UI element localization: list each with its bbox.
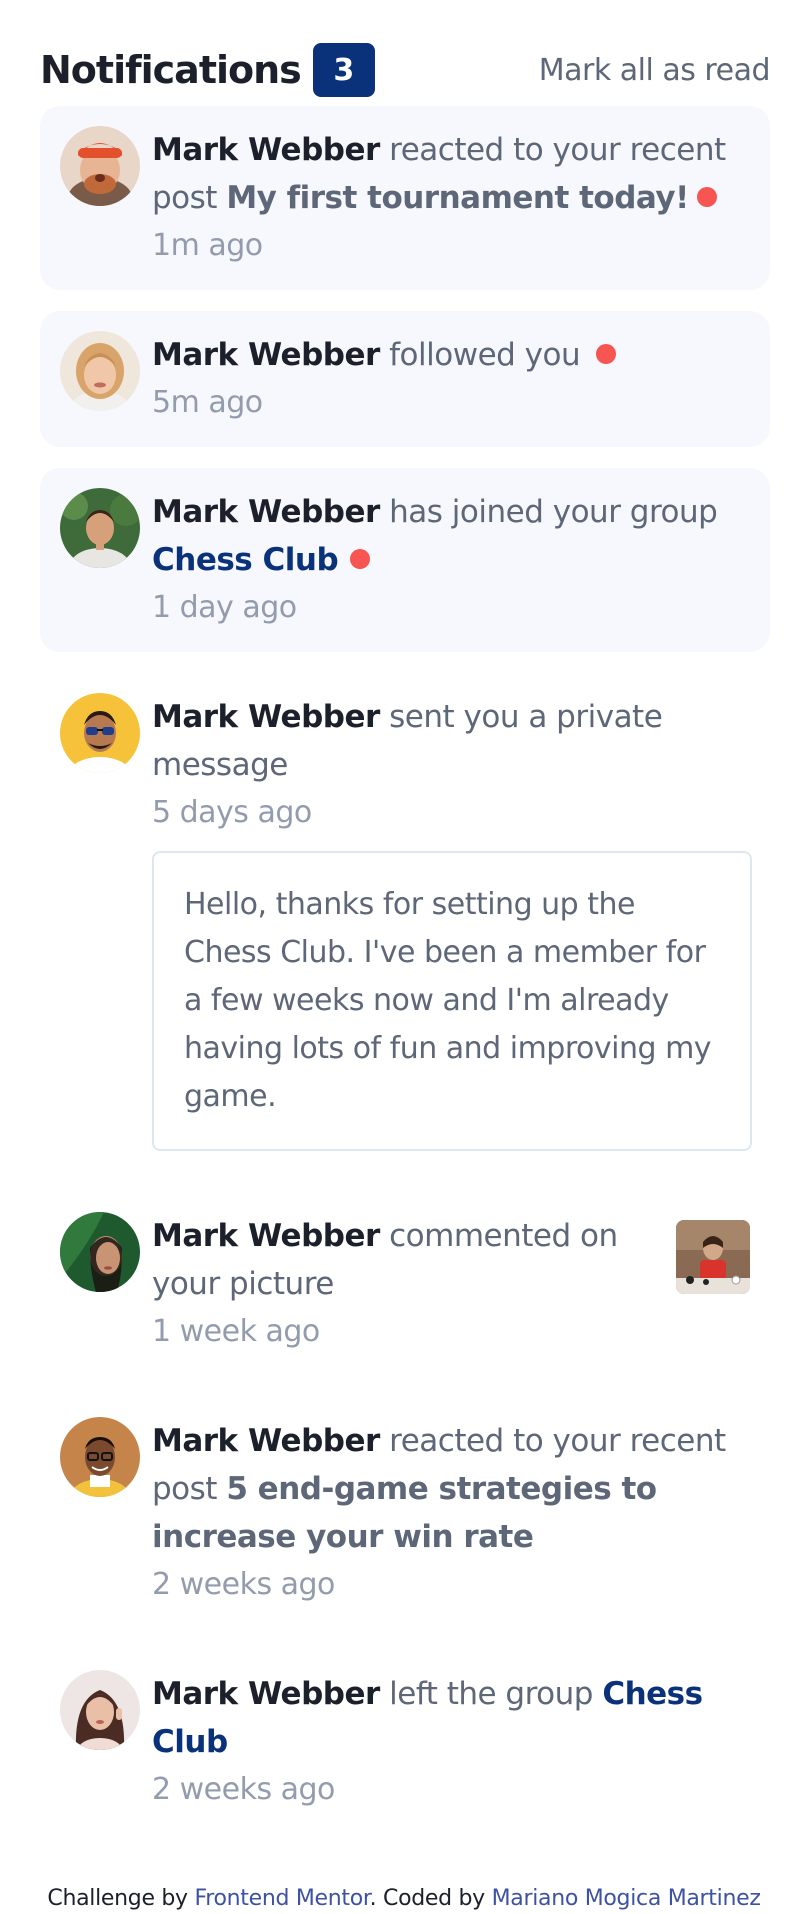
notification-item[interactable]: Mark Webber sent you a private message 5… [40, 673, 770, 1171]
avatar-angela-gray-icon[interactable] [60, 331, 140, 411]
unread-dot-icon [350, 548, 371, 569]
chess-picture-icon[interactable] [676, 1220, 750, 1294]
notification-content: Mark Webber reacted to your recent post … [152, 126, 750, 270]
notification-time: 1 day ago [152, 590, 297, 625]
avatar-rizky-hasanuddin-icon[interactable] [60, 693, 140, 773]
user-name-link[interactable]: Mark Webber [152, 494, 380, 530]
avatar-nathan-peterson-icon[interactable] [60, 1417, 140, 1497]
notification-item[interactable]: Mark Webber reacted to your recent post … [40, 1397, 770, 1629]
user-name-link[interactable]: Mark Webber [152, 1218, 380, 1254]
user-name-link[interactable]: Mark Webber [152, 1423, 380, 1459]
author-link[interactable]: Mariano Mogica Martinez [492, 1886, 761, 1911]
user-name-link[interactable]: Mark Webber [152, 132, 380, 168]
notification-content: Mark Webber left the group Chess Club 2 … [152, 1670, 750, 1814]
avatar-jacob-thompson-icon[interactable] [60, 488, 140, 568]
avatar-anna-kim-icon[interactable] [60, 1670, 140, 1750]
user-name-link[interactable]: Mark Webber [152, 1676, 380, 1712]
notification-content: Mark Webber reacted to your recent post … [152, 1417, 750, 1609]
notification-time: 1 week ago [152, 1314, 320, 1349]
notification-time: 2 weeks ago [152, 1772, 335, 1807]
coded-by-label: . Coded by [369, 1886, 486, 1911]
notification-text: Mark Webber reacted to your recent post … [152, 126, 750, 222]
avatar-mark-webber-icon[interactable] [60, 126, 140, 206]
notification-time: 5m ago [152, 385, 263, 420]
attribution-footer: Challenge by Frontend Mentor. Coded by M… [0, 1886, 808, 1911]
notification-text: Mark Webber commented on your picture [152, 1212, 656, 1308]
notification-item[interactable]: Mark Webber reacted to your recent post … [40, 106, 770, 290]
notification-time: 5 days ago [152, 795, 312, 830]
post-link[interactable]: 5 end-game strategies to increase your w… [152, 1471, 657, 1555]
notification-text: Mark Webber has joined your group Chess … [152, 488, 750, 584]
frontend-mentor-link[interactable]: Frontend Mentor [194, 1886, 369, 1911]
notification-text: Mark Webber followed you [152, 331, 750, 379]
notification-text: Mark Webber reacted to your recent post … [152, 1417, 750, 1561]
notification-text: Mark Webber left the group Chess Club [152, 1670, 750, 1766]
notification-action: followed you [389, 337, 581, 373]
unread-dot-icon [596, 343, 617, 364]
user-name-link[interactable]: Mark Webber [152, 699, 380, 735]
post-link[interactable]: My first tournament today! [226, 180, 689, 216]
user-name-link[interactable]: Mark Webber [152, 337, 380, 373]
notification-action: has joined your group [389, 494, 718, 530]
mark-all-as-read-button[interactable]: Mark all as read [539, 53, 771, 88]
notification-content: Mark Webber sent you a private message 5… [152, 693, 752, 1151]
header: Notifications 3 Mark all as read [40, 40, 771, 100]
notifications-app: Notifications 3 Mark all as read Mark We… [40, 40, 771, 1855]
challenge-by-label: Challenge by [47, 1886, 188, 1911]
header-title-group: Notifications 3 [40, 43, 375, 97]
private-message[interactable]: Hello, thanks for setting up the Chess C… [152, 851, 752, 1151]
group-link[interactable]: Chess Club [152, 542, 339, 578]
notification-content: Mark Webber commented on your picture 1 … [152, 1212, 656, 1356]
notification-content: Mark Webber followed you 5m ago [152, 331, 750, 427]
notification-text: Mark Webber sent you a private message [152, 693, 752, 789]
page-title: Notifications [40, 48, 302, 92]
notification-item[interactable]: Mark Webber has joined your group Chess … [40, 468, 770, 652]
notification-item[interactable]: Mark Webber commented on your picture 1 … [40, 1192, 770, 1376]
avatar-kimberly-smith-icon[interactable] [60, 1212, 140, 1292]
unread-count-badge: 3 [312, 43, 375, 97]
unread-dot-icon [696, 186, 717, 207]
notification-item[interactable]: Mark Webber left the group Chess Club 2 … [40, 1650, 770, 1834]
notification-action: left the group [389, 1676, 593, 1712]
notification-time: 2 weeks ago [152, 1567, 335, 1602]
notification-time: 1m ago [152, 228, 263, 263]
notification-content: Mark Webber has joined your group Chess … [152, 488, 750, 632]
notification-item[interactable]: Mark Webber followed you 5m ago [40, 311, 770, 447]
